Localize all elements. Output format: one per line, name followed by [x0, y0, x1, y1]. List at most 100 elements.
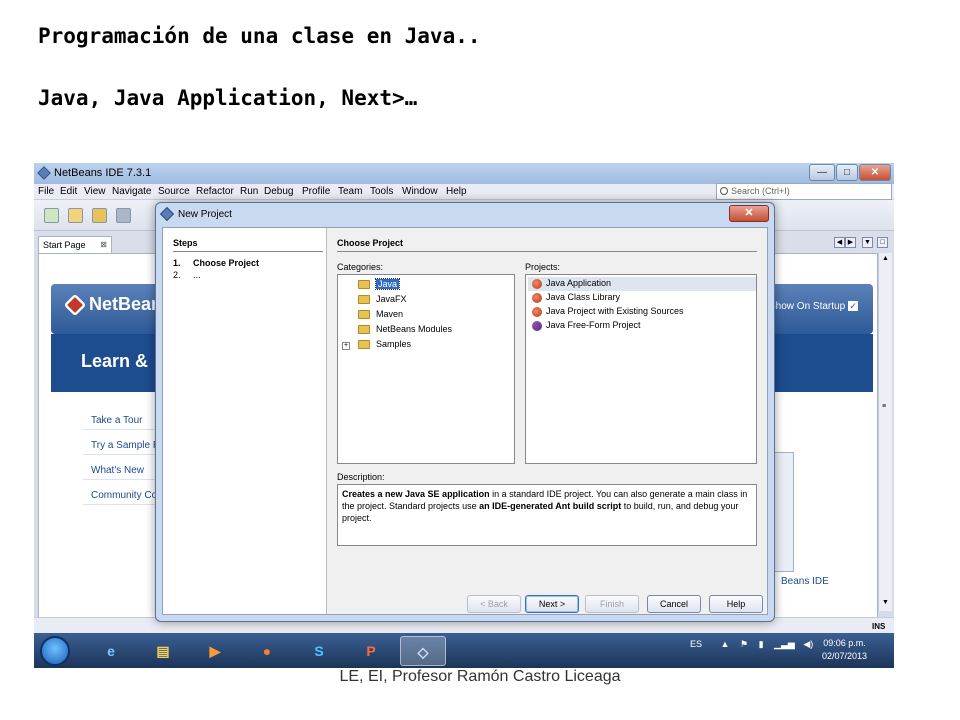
close-tab-icon[interactable]: ⊠ — [100, 240, 107, 249]
projects-list[interactable]: Java Application Java Class Library Java… — [525, 274, 757, 464]
insert-mode-indicator: INS — [872, 622, 886, 631]
cancel-button[interactable]: Cancel — [647, 595, 701, 613]
show-on-startup-checkbox[interactable]: Show On Startup ✓ — [769, 301, 859, 312]
file-explorer-icon[interactable]: ▤ — [140, 636, 186, 666]
windows-start-button[interactable] — [40, 636, 70, 666]
folder-icon — [358, 280, 370, 290]
clock-date: 02/07/2013 — [822, 651, 868, 661]
project-java-application[interactable]: Java Application — [528, 277, 756, 291]
netbeans-logo-icon — [159, 206, 175, 222]
search-input[interactable]: Search (Ctrl+I) — [716, 183, 892, 200]
save-all-icon[interactable] — [116, 208, 131, 223]
java-cup-icon — [532, 307, 542, 317]
steps-title: Steps — [173, 238, 198, 248]
java-cup-icon — [532, 293, 542, 303]
choose-project-title: Choose Project — [337, 238, 404, 248]
new-project-icon[interactable] — [68, 208, 83, 223]
dialog-body: Steps 1. Choose Project 2.... Choose Proj… — [162, 227, 768, 615]
free-form-project-icon — [532, 321, 542, 331]
search-placeholder: Search (Ctrl+I) — [731, 186, 790, 196]
flag-icon[interactable]: ⚑ — [740, 639, 748, 649]
netbeans-taskbar-icon[interactable]: ◇ — [400, 636, 446, 666]
scroll-up-icon[interactable]: ▲ — [882, 255, 889, 262]
tray-arrow-icon[interactable]: ▲ — [721, 639, 730, 649]
new-file-icon[interactable] — [44, 208, 59, 223]
steps-pane: Steps 1. Choose Project 2.... — [163, 228, 327, 614]
slide-subtitle: Java, Java Application, Next>… — [38, 86, 418, 110]
network-icon[interactable]: ▮ — [759, 639, 764, 649]
menu-debug[interactable]: Debug — [264, 186, 293, 197]
menu-run[interactable]: Run — [240, 186, 258, 197]
learn-heading: Learn & — [81, 351, 149, 371]
menu-profile[interactable]: Profile — [302, 186, 330, 197]
menu-edit[interactable]: Edit — [60, 186, 77, 197]
tab-start-page[interactable]: Start Page ⊠ — [38, 236, 112, 253]
system-tray: ES ▲ ⚑ ▮ ▁▃▅ ◀) — [690, 639, 813, 650]
help-button[interactable]: Help — [709, 595, 763, 613]
category-netbeans-modules[interactable]: NetBeans Modules — [358, 324, 452, 338]
project-java-existing-sources[interactable]: Java Project with Existing Sources — [528, 305, 756, 319]
scroll-down-icon[interactable]: ▼ — [882, 599, 889, 606]
next-button[interactable]: Next > — [525, 595, 579, 613]
menu-source[interactable]: Source — [158, 186, 190, 197]
back-button[interactable]: < Back — [467, 595, 521, 613]
finish-button[interactable]: Finish — [585, 595, 639, 613]
menu-view[interactable]: View — [84, 186, 106, 197]
folder-icon — [358, 340, 370, 350]
language-indicator[interactable]: ES — [690, 639, 702, 649]
tab-scroll-left-icon[interactable]: ◀ — [834, 237, 845, 248]
menu-refactor[interactable]: Refactor — [196, 186, 234, 197]
menu-navigate[interactable]: Navigate — [112, 186, 151, 197]
slide-title: Programación de una clase en Java.. — [38, 24, 481, 48]
choose-project-divider — [337, 251, 757, 252]
category-java[interactable]: Java — [358, 278, 401, 293]
expand-samples-icon[interactable]: + — [342, 342, 350, 350]
slide: Programación de una clase en Java.. Java… — [0, 0, 960, 720]
dialog-title: New Project — [178, 209, 232, 220]
steps-divider — [173, 251, 323, 252]
ide-window-title: NetBeans IDE 7.3.1 — [54, 167, 152, 179]
maximize-button[interactable]: □ — [836, 164, 858, 181]
folder-icon — [358, 295, 370, 305]
signal-icon[interactable]: ▁▃▅ — [774, 639, 795, 649]
search-icon — [720, 187, 728, 195]
dialog-close-button[interactable]: ✕ — [729, 205, 769, 222]
media-player-icon[interactable]: ▶ — [192, 636, 238, 666]
new-project-dialog: New Project ✕ Steps 1. Choose Project 2..… — [155, 202, 775, 622]
menu-window[interactable]: Window — [402, 186, 438, 197]
tab-scroll-right-icon[interactable]: ▶ — [845, 237, 856, 248]
menu-tools[interactable]: Tools — [370, 186, 393, 197]
folder-icon — [358, 325, 370, 335]
category-maven[interactable]: Maven — [358, 309, 403, 323]
minimize-button[interactable]: — — [809, 164, 835, 181]
categories-tree[interactable]: Java JavaFX Maven NetBeans Modules + Sam… — [337, 274, 515, 464]
menu-help[interactable]: Help — [446, 186, 467, 197]
firefox-icon[interactable]: ● — [244, 636, 290, 666]
maximize-editor-icon[interactable]: □ — [877, 237, 888, 248]
description-text: Creates a new Java SE application in a s… — [337, 484, 757, 546]
powerpoint-icon[interactable]: P — [348, 636, 394, 666]
category-javafx[interactable]: JavaFX — [358, 294, 407, 308]
step-2: 2.... — [173, 270, 201, 280]
volume-icon[interactable]: ◀) — [803, 639, 813, 649]
ide-title-bar: NetBeans IDE 7.3.1 — □ ✕ — [34, 163, 894, 184]
step-1: 1. Choose Project — [173, 258, 260, 268]
menu-file[interactable]: File — [38, 186, 54, 197]
dialog-title-bar: New Project ✕ — [156, 203, 774, 227]
project-java-class-library[interactable]: Java Class Library — [528, 291, 756, 305]
tab-list-icon[interactable]: ▼ — [862, 237, 873, 248]
project-java-free-form[interactable]: Java Free-Form Project — [528, 319, 756, 333]
open-project-icon[interactable] — [92, 208, 107, 223]
close-window-button[interactable]: ✕ — [859, 164, 891, 181]
scroll-grip-icon[interactable]: ≡ — [882, 403, 886, 410]
category-samples[interactable]: Samples — [358, 339, 411, 353]
checkbox-checked-icon: ✓ — [848, 301, 859, 312]
taskbar-clock[interactable]: 09:06 p.m. 02/07/2013 — [822, 637, 867, 663]
skype-icon[interactable]: S — [296, 636, 342, 666]
internet-explorer-icon[interactable]: e — [88, 636, 134, 666]
menu-team[interactable]: Team — [338, 186, 362, 197]
vertical-scrollbar[interactable]: ▲ ≡ ▼ — [878, 253, 892, 611]
description-label: Description: — [337, 472, 385, 482]
preview-thumbnail — [774, 452, 794, 572]
tab-start-page-label: Start Page — [43, 240, 86, 250]
